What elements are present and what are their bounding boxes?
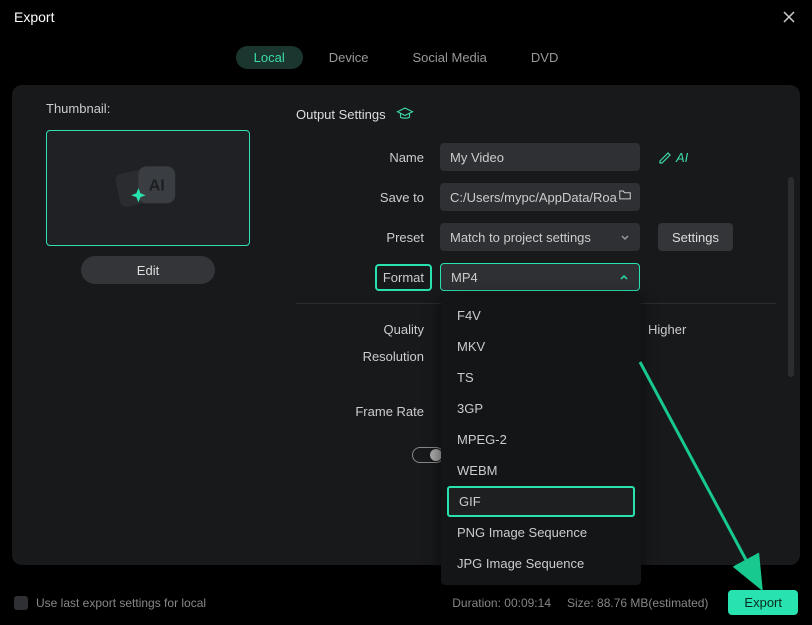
format-label: Format [383, 270, 424, 285]
resolution-label: Resolution [296, 349, 440, 364]
saveto-input[interactable]: C:/Users/mypc/AppData/Roa [440, 183, 640, 211]
thumbnail-label: Thumbnail: [46, 101, 250, 116]
export-button[interactable]: Export [728, 590, 798, 615]
name-label: Name [296, 150, 440, 165]
edit-thumbnail-button[interactable]: Edit [81, 256, 215, 284]
duration-label: Duration: 00:09:14 [452, 596, 551, 610]
format-option-png-seq[interactable]: PNG Image Sequence [441, 517, 641, 548]
format-dropdown: F4V MKV TS 3GP MPEG-2 WEBM GIF PNG Image… [441, 294, 641, 585]
graduation-cap-icon[interactable] [396, 105, 414, 123]
quality-label: Quality [296, 322, 440, 337]
preset-label: Preset [296, 230, 440, 245]
folder-icon[interactable] [618, 188, 632, 207]
thumbnail-preview[interactable]: AI [46, 130, 250, 246]
tab-bar: Local Device Social Media DVD [0, 34, 812, 85]
tab-local[interactable]: Local [236, 46, 303, 69]
use-last-label: Use last export settings for local [36, 596, 206, 610]
format-option-jpg-seq[interactable]: JPG Image Sequence [441, 548, 641, 579]
format-option-3gp[interactable]: 3GP [441, 393, 641, 424]
format-option-ts[interactable]: TS [441, 362, 641, 393]
name-input[interactable] [440, 143, 640, 171]
output-settings-header: Output Settings [296, 107, 386, 122]
format-option-mkv[interactable]: MKV [441, 331, 641, 362]
window-title: Export [14, 9, 54, 25]
ai-rename-icon[interactable]: AI [658, 149, 688, 165]
panel-scrollbar[interactable] [788, 177, 794, 377]
tab-device[interactable]: Device [311, 46, 387, 69]
use-last-checkbox[interactable] [14, 596, 28, 610]
settings-button[interactable]: Settings [658, 223, 733, 251]
preset-select[interactable]: Match to project settings [440, 223, 640, 251]
close-icon[interactable] [780, 8, 798, 26]
framerate-label: Frame Rate [296, 404, 440, 419]
tab-dvd[interactable]: DVD [513, 46, 576, 69]
chevron-up-icon [619, 272, 629, 282]
format-select[interactable]: MP4 F4V MKV TS 3GP MPEG-2 WEBM GIF PNG I… [440, 263, 640, 291]
format-option-mpeg2[interactable]: MPEG-2 [441, 424, 641, 455]
tab-social-media[interactable]: Social Media [394, 46, 504, 69]
ai-thumbnail-icon: AI [108, 158, 188, 218]
saveto-label: Save to [296, 190, 440, 205]
format-option-f4v[interactable]: F4V [441, 300, 641, 331]
size-label: Size: 88.76 MB(estimated) [567, 596, 708, 610]
format-option-webm[interactable]: WEBM [441, 455, 641, 486]
toggle-switch[interactable] [412, 447, 444, 463]
svg-text:AI: AI [149, 177, 165, 194]
quality-higher-label: Higher [648, 322, 686, 337]
format-option-gif[interactable]: GIF [447, 486, 635, 517]
chevron-down-icon [620, 232, 630, 242]
